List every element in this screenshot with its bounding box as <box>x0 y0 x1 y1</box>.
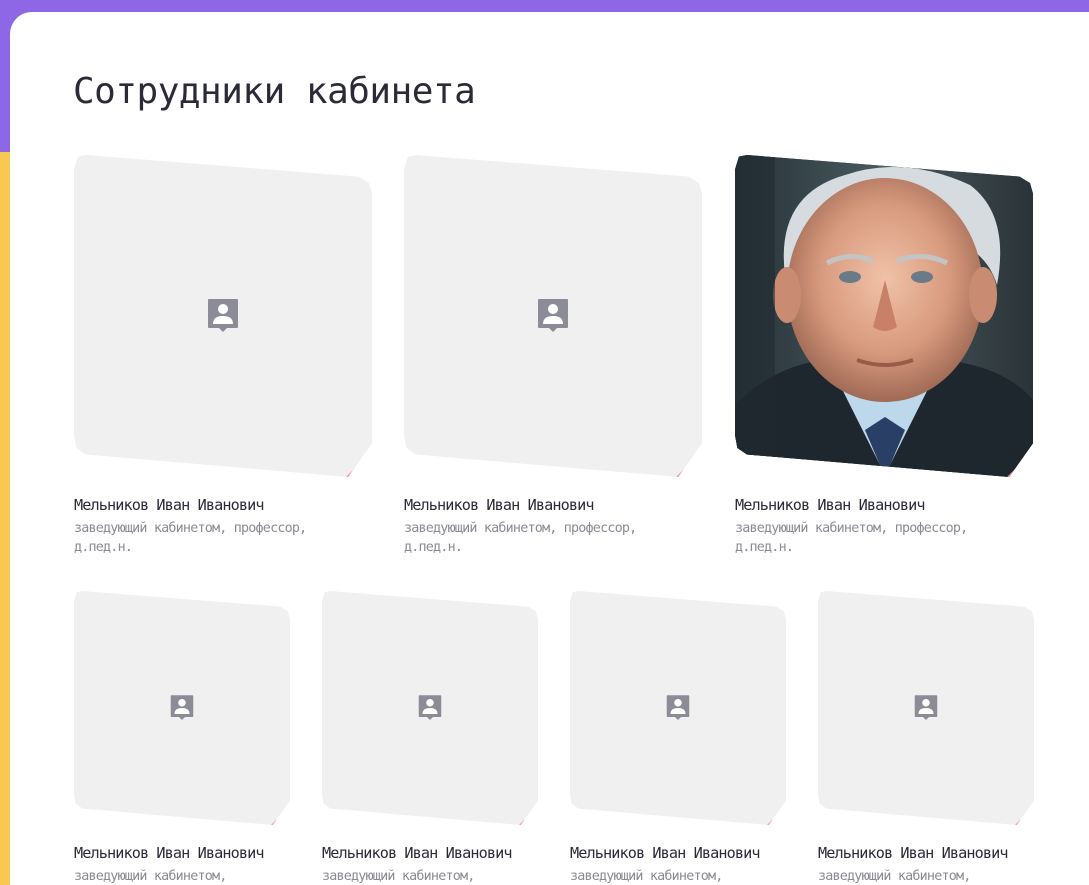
page-corner-fold <box>1015 806 1034 825</box>
staff-card[interactable]: Мельников Иван Иванович заведующий кабин… <box>74 591 290 885</box>
staff-name[interactable]: Мельников Иван Иванович <box>322 843 538 863</box>
staff-role: заведующий кабинетом, <box>322 869 475 884</box>
staff-photo-placeholder <box>818 591 1034 825</box>
staff-photo-placeholder <box>570 591 786 825</box>
staff-name[interactable]: Мельников Иван Иванович <box>570 843 786 863</box>
page-title: Сотрудники кабинета <box>73 71 476 112</box>
user-placeholder-icon <box>914 695 938 720</box>
page-corner-fold <box>519 806 538 825</box>
user-placeholder-icon <box>170 695 194 720</box>
user-placeholder-icon <box>418 695 442 720</box>
staff-name[interactable]: Мельников Иван Иванович <box>735 495 1033 515</box>
staff-card[interactable]: Мельников Иван Иванович заведующий кабин… <box>818 591 1034 885</box>
user-placeholder-icon <box>666 695 690 720</box>
staff-role: заведующий кабинетом, <box>74 869 227 884</box>
staff-photo-placeholder <box>74 591 290 825</box>
staff-role: заведующий кабинетом, <box>570 869 723 884</box>
staff-role: заведующий кабинетом, профессор, д.пед.н… <box>404 521 637 555</box>
page-corner-fold <box>767 806 786 825</box>
staff-photo-placeholder <box>74 155 372 477</box>
staff-photo-placeholder <box>322 591 538 825</box>
staff-card[interactable]: Мельников Иван Иванович заведующий кабин… <box>404 155 702 557</box>
staff-card[interactable]: Мельников Иван Иванович заведующий кабин… <box>322 591 538 885</box>
staff-name[interactable]: Мельников Иван Иванович <box>74 843 290 863</box>
user-placeholder-icon <box>208 299 238 332</box>
staff-card[interactable]: Мельников Иван Иванович заведующий кабин… <box>74 155 372 557</box>
staff-name[interactable]: Мельников Иван Иванович <box>74 495 372 515</box>
staff-card[interactable]: Мельников Иван Иванович заведующий кабин… <box>570 591 786 885</box>
staff-role: заведующий кабинетом, <box>818 869 971 884</box>
page-corner-fold <box>676 451 702 477</box>
staff-role: заведующий кабинетом, профессор, д.пед.н… <box>74 521 307 555</box>
staff-portrait <box>735 155 1033 477</box>
staff-role: заведующий кабинетом, профессор, д.пед.н… <box>735 521 968 555</box>
staff-card[interactable]: Мельников Иван Иванович заведующий кабин… <box>735 155 1033 557</box>
page-corner-fold <box>346 451 372 477</box>
staff-name[interactable]: Мельников Иван Иванович <box>818 843 1034 863</box>
user-placeholder-icon <box>538 299 568 332</box>
staff-photo <box>735 155 1033 477</box>
staff-name[interactable]: Мельников Иван Иванович <box>404 495 702 515</box>
staff-photo-placeholder <box>404 155 702 477</box>
page-corner-fold <box>271 806 290 825</box>
